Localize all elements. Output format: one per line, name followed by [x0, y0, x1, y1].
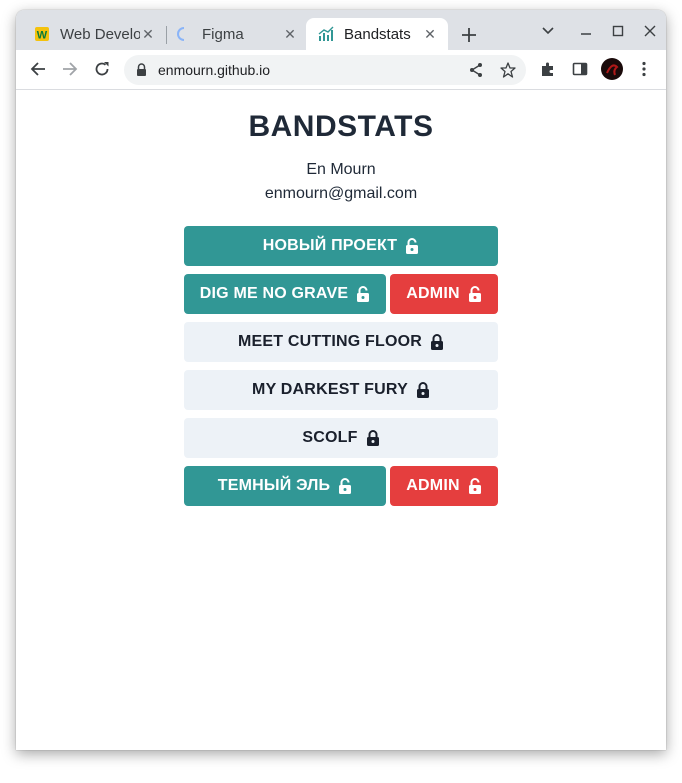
tab-title: Web Develo: [60, 25, 140, 43]
lock-icon: [430, 334, 444, 350]
lock-icon: [366, 430, 380, 446]
close-icon[interactable]: ✕: [282, 26, 298, 42]
project-my-darkest-fury-button[interactable]: MY DARKEST FURY: [184, 370, 498, 410]
forward-button[interactable]: [60, 59, 80, 79]
minimize-icon: [581, 33, 591, 35]
lock-open-icon: [405, 238, 419, 254]
puzzle-icon: [542, 62, 553, 76]
reload-button[interactable]: [92, 59, 112, 79]
back-button[interactable]: [28, 59, 48, 79]
admin-button[interactable]: ADMIN: [390, 466, 498, 506]
project-temny-el-button[interactable]: ТЕМНЫЙ ЭЛЬ: [184, 466, 386, 506]
lock-open-icon: [468, 286, 482, 302]
lock-open-icon: [468, 478, 482, 494]
extensions-button[interactable]: [538, 59, 558, 79]
star-icon[interactable]: [500, 62, 516, 83]
address-bar[interactable]: enmourn.github.io: [124, 55, 526, 85]
button-label: SCOLF: [302, 429, 358, 446]
close-icon[interactable]: ✕: [422, 26, 438, 42]
lock-open-icon: [338, 478, 352, 494]
menu-button[interactable]: [634, 59, 654, 79]
minimize-button[interactable]: [576, 21, 596, 41]
side-panel-button[interactable]: [570, 59, 590, 79]
project-scolf-button[interactable]: SCOLF: [184, 418, 498, 458]
lock-icon[interactable]: [136, 63, 147, 82]
lock-icon: [416, 382, 430, 398]
chevron-down-icon: [542, 27, 554, 35]
new-project-button[interactable]: НОВЫЙ ПРОЕКТ: [184, 226, 498, 266]
page-content: BANDSTATS En Mourn enmourn@gmail.com НОВ…: [16, 90, 666, 750]
button-label: DIG ME NO GRAVE: [199, 285, 349, 302]
reload-icon: [95, 62, 109, 76]
arrow-right-icon: [63, 62, 78, 76]
close-window-button[interactable]: [640, 21, 660, 41]
close-icon[interactable]: ✕: [140, 26, 156, 42]
button-label: MY DARKEST FURY: [252, 381, 408, 398]
arrow-left-icon: [30, 62, 45, 76]
tab-strip: W Web Develo ✕ Figma ✕ Bandstats ✕: [16, 10, 666, 50]
plus-icon: [462, 28, 476, 42]
tab-title: Bandstats: [344, 25, 411, 43]
w-favicon-icon: W: [34, 26, 50, 42]
lock-open-icon: [356, 286, 370, 302]
avatar-icon: [601, 58, 623, 80]
tab-figma[interactable]: Figma ✕: [160, 18, 308, 50]
button-label: НОВЫЙ ПРОЕКТ: [262, 237, 398, 254]
button-label: ADMIN: [406, 285, 460, 302]
side-panel-icon: [572, 62, 588, 76]
tab-bandstats[interactable]: Bandstats ✕: [306, 18, 448, 50]
project-meet-cutting-floor-button[interactable]: MEET CUTTING FLOOR: [184, 322, 498, 362]
loading-spinner-icon: [176, 26, 192, 42]
browser-toolbar: enmourn.github.io: [16, 50, 666, 90]
url-text[interactable]: enmourn.github.io: [158, 62, 270, 78]
new-tab-button[interactable]: [458, 24, 480, 46]
button-label: ADMIN: [406, 477, 460, 494]
project-dig-me-no-grave-button[interactable]: DIG ME NO GRAVE: [184, 274, 386, 314]
tab-web-developer[interactable]: W Web Develo ✕: [18, 18, 166, 50]
user-name: En Mourn: [306, 161, 376, 178]
maximize-icon: [612, 25, 624, 37]
user-email: enmourn@gmail.com: [264, 185, 418, 202]
tab-title: Figma: [202, 25, 244, 43]
button-label: MEET CUTTING FLOOR: [237, 333, 423, 350]
page-title: BANDSTATS: [248, 110, 434, 143]
tab-search-button[interactable]: [538, 21, 558, 41]
admin-button[interactable]: ADMIN: [390, 274, 498, 314]
profile-avatar[interactable]: [601, 58, 623, 80]
browser-window: W Web Develo ✕ Figma ✕ Bandstats ✕ enmou…: [16, 10, 666, 750]
share-icon[interactable]: [468, 62, 484, 83]
svg-text:W: W: [37, 30, 48, 42]
maximize-button[interactable]: [608, 21, 628, 41]
bar-chart-icon: [318, 26, 334, 42]
more-vert-icon: [642, 61, 646, 77]
close-icon: [644, 25, 656, 37]
button-label: ТЕМНЫЙ ЭЛЬ: [217, 477, 331, 494]
